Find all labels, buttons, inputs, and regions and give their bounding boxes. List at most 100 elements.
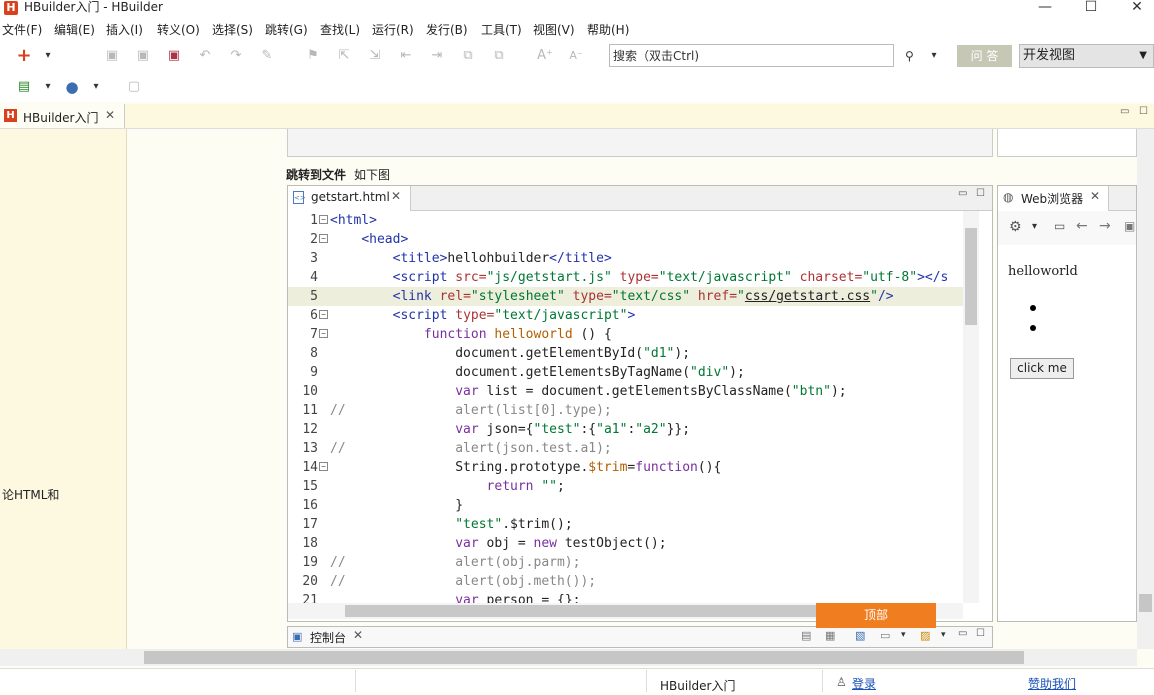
code-line[interactable]: 4 <script src="js/getstart.js" type="tex… [288,268,963,287]
stop-icon[interactable]: ▣ [1124,219,1135,233]
menu-item-4[interactable]: 选择(S) [212,22,253,38]
browser-icon[interactable]: ● [64,79,80,95]
code-line[interactable]: 7− function helloworld () { [288,325,963,344]
close-tab-icon[interactable]: ✕ [1090,189,1100,203]
code-line[interactable]: 18 var obj = new testObject(); [288,534,963,553]
menu-item-2[interactable]: 插入(I) [106,22,143,38]
search-dropdown-icon[interactable]: ▾ [926,48,942,64]
copy-icon[interactable]: ⧉ [460,48,476,64]
code-line[interactable]: 8 document.getElementById("d1"); [288,344,963,363]
menu-item-5[interactable]: 跳转(G) [265,22,308,38]
save-icon[interactable]: ▣ [104,48,120,64]
code-line[interactable]: 5 <link rel="stylesheet" type="text/css"… [288,287,963,306]
menu-item-9[interactable]: 工具(T) [481,22,522,38]
new-dropdown-icon[interactable]: ▾ [40,48,56,64]
code-line[interactable]: 16 } [288,496,963,515]
code-line[interactable]: 17 "test".$trim(); [288,515,963,534]
maximize-view-icon[interactable]: ☐ [1139,106,1148,117]
doc-vertical-scroll-thumb[interactable] [1139,594,1152,612]
back-to-top-button[interactable]: 顶部 [816,603,936,628]
maximize-button[interactable]: ☐ [1076,0,1106,16]
minimize-button[interactable]: — [1030,0,1060,16]
open-console-dropdown-icon[interactable]: ▾ [941,630,946,640]
code-editor[interactable]: 1− <html> 2− <head> 3 <title>hellohbuilder<… [288,211,963,603]
minimize-view-icon[interactable]: ▭ [1120,106,1129,117]
fold-toggle-icon[interactable]: − [319,462,328,471]
maximize-view-icon[interactable]: ☐ [976,188,985,199]
code-line[interactable]: 13 // alert(json.test.a1); [288,439,963,458]
undo-icon[interactable]: ↶ [197,48,213,64]
jump-next-icon[interactable]: ⇲ [367,48,383,64]
display-console-icon[interactable]: ▭ [880,629,890,642]
maximize-view-icon[interactable]: ☐ [976,628,985,639]
doc-vertical-scrollbar[interactable] [1137,129,1154,649]
close-tab-icon[interactable]: ✕ [391,189,401,203]
code-line[interactable]: 21 var person = {}; [288,591,963,603]
menu-item-11[interactable]: 帮助(H) [587,22,629,38]
login-link[interactable]: 登录 [852,675,876,692]
prev-edit-icon[interactable]: ⇤ [398,48,414,64]
minimize-view-icon[interactable]: ▭ [958,628,967,639]
fold-toggle-icon[interactable]: − [319,329,328,338]
preview-icon[interactable]: ▢ [126,79,142,95]
code-line[interactable]: 20 // alert(obj.meth()); [288,572,963,591]
menu-item-8[interactable]: 发行(B) [426,22,468,38]
code-line[interactable]: 14− String.prototype.$trim=function(){ [288,458,963,477]
code-line[interactable]: 9 document.getElementsByTagName("div"); [288,363,963,382]
sponsor-link[interactable]: 赞助我们 [1028,675,1076,692]
run-dropdown-icon[interactable]: ▾ [40,79,56,95]
tab-console[interactable]: 控制台 [310,629,346,646]
font-increase-icon[interactable]: A⁺ [537,48,553,64]
minimize-view-icon[interactable]: ▭ [958,188,967,199]
run-icon[interactable]: ▤ [16,79,32,95]
view-select[interactable]: 开发视图 ▼ [1019,44,1154,68]
search-input[interactable]: 搜索（双击Ctrl) [609,44,894,67]
close-tab-icon[interactable]: ✕ [105,108,115,122]
jump-icon[interactable]: ⇱ [336,48,352,64]
code-line[interactable]: 2− <head> [288,230,963,249]
clear-console-icon[interactable]: ▤ [801,629,811,642]
menu-item-6[interactable]: 查找(L) [320,22,360,38]
next-edit-icon[interactable]: ⇥ [429,48,445,64]
code-line[interactable]: 12 var json={"test":{"a1":"a2"}}; [288,420,963,439]
back-icon[interactable]: ← [1076,218,1088,234]
bookmark-icon[interactable]: ⚑ [305,48,321,64]
code-line[interactable]: 3 <title>hellohbuilder</title> [288,249,963,268]
paste-icon[interactable]: ⧉ [491,48,507,64]
console-icon[interactable]: ▭ [1054,219,1065,233]
code-line[interactable]: 19 // alert(obj.parm); [288,553,963,572]
scroll-lock-icon[interactable]: ▦ [825,629,835,642]
new-file-icon[interactable]: + [16,47,32,65]
font-decrease-icon[interactable]: A⁻ [568,48,584,64]
menu-item-0[interactable]: 文件(F) [2,22,42,38]
doc-horizontal-scroll-thumb[interactable] [144,651,1024,664]
menu-item-3[interactable]: 转义(O) [157,22,200,38]
gear-icon[interactable]: ⚙ [1009,219,1022,235]
fold-toggle-icon[interactable]: − [319,310,328,319]
save-all-icon[interactable]: ▣ [135,48,151,64]
display-dropdown-icon[interactable]: ▾ [901,630,906,640]
code-line[interactable]: 6− <script type="text/javascript"> [288,306,963,325]
fold-toggle-icon[interactable]: − [319,215,328,224]
redo-icon[interactable]: ↷ [228,48,244,64]
forward-icon[interactable]: → [1099,218,1111,234]
code-line[interactable]: 1− <html> [288,211,963,230]
browser-dropdown-icon[interactable]: ▾ [88,79,104,95]
open-console-icon[interactable]: ▨ [920,629,930,642]
click-me-button[interactable]: click me [1010,358,1074,379]
revert-icon[interactable]: ▣ [166,48,182,64]
menu-item-1[interactable]: 编辑(E) [54,22,95,38]
code-line[interactable]: 15 return ""; [288,477,963,496]
editor-vertical-scroll-thumb[interactable] [965,228,977,325]
fold-toggle-icon[interactable]: − [319,234,328,243]
menu-item-7[interactable]: 运行(R) [372,22,414,38]
close-tab-icon[interactable]: ✕ [353,628,363,642]
menu-item-10[interactable]: 视图(V) [533,22,575,38]
gear-dropdown-icon[interactable]: ▾ [1032,221,1037,232]
pin-console-icon[interactable]: ▧ [855,629,865,642]
format-icon[interactable]: ✎ [259,48,275,64]
code-line[interactable]: 10 var list = document.getElementsByClas… [288,382,963,401]
qa-button[interactable]: 问 答 [957,45,1012,67]
search-icon[interactable]: ⚲ [905,49,914,63]
close-button[interactable]: ✕ [1122,0,1152,16]
